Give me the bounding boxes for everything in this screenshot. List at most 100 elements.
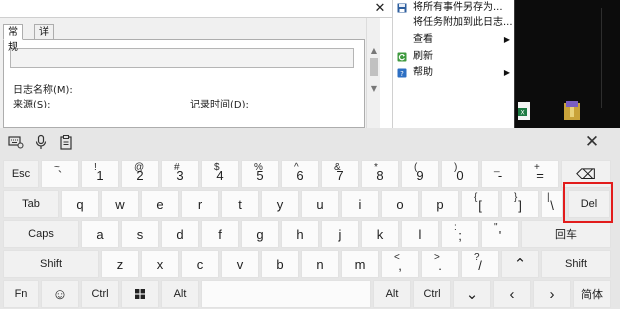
key-label: 9	[416, 168, 424, 183]
key-h[interactable]: h	[281, 220, 319, 248]
menu-item-help[interactable]: ? 帮助 ▶	[393, 65, 515, 81]
key-i[interactable]: i	[341, 190, 379, 218]
key-quote[interactable]: " '	[481, 220, 519, 248]
key-comma[interactable]: <,	[381, 250, 419, 278]
key-b[interactable]: b	[261, 250, 299, 278]
key-3[interactable]: #3	[161, 160, 199, 188]
key-left-shift[interactable]: Shift	[3, 250, 99, 278]
scroll-up-icon[interactable]: ▲	[369, 46, 379, 56]
key-5[interactable]: % 5	[241, 160, 279, 188]
microphone-icon[interactable]	[33, 134, 49, 150]
key-backtick[interactable]: ~ `	[41, 160, 79, 188]
scroll-down-icon[interactable]: ▼	[369, 84, 379, 94]
key-label: l	[418, 226, 422, 242]
key-label: Ctrl	[423, 288, 441, 300]
menu-item-label: 将所有事件另存为...	[413, 2, 503, 13]
key-left-bracket[interactable]: {[	[461, 190, 499, 218]
key-left-alt[interactable]: Alt	[161, 280, 199, 308]
key-esc[interactable]: Esc	[3, 160, 39, 188]
key-period[interactable]: >.	[421, 250, 459, 278]
menu-item-refresh[interactable]: 刷新	[393, 49, 515, 65]
excel-file-icon[interactable]: X	[517, 100, 531, 122]
key-enter[interactable]: 回车	[521, 220, 611, 248]
archive-file-icon[interactable]	[563, 100, 581, 122]
key-fn[interactable]: Fn	[3, 280, 39, 308]
vertical-scrollbar[interactable]: ▲ ▼	[366, 18, 380, 128]
key-backslash[interactable]: | \	[541, 190, 563, 218]
event-description-box[interactable]	[10, 48, 354, 68]
key-caps-lock[interactable]: Caps	[3, 220, 79, 248]
menu-item-attach-task[interactable]: 将任务附加到此日志...	[393, 15, 515, 31]
key-1[interactable]: ! 1	[81, 160, 119, 188]
tab-details[interactable]: 详细信息	[34, 24, 54, 83]
key-0[interactable]: ) 0	[441, 160, 479, 188]
key-m[interactable]: m	[341, 250, 379, 278]
key-right-alt[interactable]: Alt	[373, 280, 411, 308]
key-u[interactable]: u	[301, 190, 339, 218]
key-6[interactable]: ^ 6	[281, 160, 319, 188]
key-label: \	[550, 198, 554, 213]
close-keyboard-icon[interactable]: ✕	[582, 132, 602, 152]
key-label: g	[256, 226, 264, 242]
key-label: p	[436, 196, 444, 212]
key-q[interactable]: q	[61, 190, 99, 218]
key-slash[interactable]: ? /	[461, 250, 499, 278]
help-icon: ?	[397, 68, 407, 78]
key-v[interactable]: v	[221, 250, 259, 278]
key-c[interactable]: c	[181, 250, 219, 278]
close-icon[interactable]: ✕	[372, 0, 388, 18]
key-tab[interactable]: Tab	[3, 190, 59, 218]
key-7[interactable]: & 7	[321, 160, 359, 188]
key-y[interactable]: y	[261, 190, 299, 218]
key-r[interactable]: r	[181, 190, 219, 218]
key-z[interactable]: z	[101, 250, 139, 278]
scroll-thumb[interactable]	[370, 58, 378, 76]
key-arrow-right[interactable]: ›	[533, 280, 571, 308]
key-semicolon[interactable]: :;	[441, 220, 479, 248]
key-emoji[interactable]: ☺	[41, 280, 79, 308]
key-windows[interactable]	[121, 280, 159, 308]
clipboard-icon[interactable]	[58, 134, 74, 150]
key-label: Shift	[39, 258, 62, 270]
key-right-shift[interactable]: Shift	[541, 250, 611, 278]
arrow-left-icon: ‹	[509, 285, 515, 303]
key-label: ;	[458, 228, 462, 243]
key-equals[interactable]: + =	[521, 160, 559, 188]
key-label: v	[236, 256, 244, 272]
key-s[interactable]: s	[121, 220, 159, 248]
key-minus[interactable]: _ -	[481, 160, 519, 188]
key-label: x	[156, 256, 164, 272]
key-g[interactable]: g	[241, 220, 279, 248]
key-w[interactable]: w	[101, 190, 139, 218]
key-label: i	[358, 196, 362, 212]
key-arrow-left[interactable]: ‹	[493, 280, 531, 308]
key-k[interactable]: k	[361, 220, 399, 248]
key-arrow-down[interactable]: ⌄	[453, 280, 491, 308]
key-l[interactable]: l	[401, 220, 439, 248]
key-d[interactable]: d	[161, 220, 199, 248]
key-a[interactable]: a	[81, 220, 119, 248]
key-left-ctrl[interactable]: Ctrl	[81, 280, 119, 308]
key-language[interactable]: 简体	[573, 280, 611, 308]
key-x[interactable]: x	[141, 250, 179, 278]
key-f[interactable]: f	[201, 220, 239, 248]
keyboard-settings-icon[interactable]	[8, 134, 24, 150]
menu-item-view[interactable]: 查看 ▶	[393, 32, 515, 48]
menu-item-save-all-events[interactable]: 将所有事件另存为...	[393, 0, 515, 16]
key-arrow-up[interactable]: ⌃	[501, 250, 539, 278]
key-p[interactable]: p	[421, 190, 459, 218]
key-4[interactable]: $4	[201, 160, 239, 188]
key-j[interactable]: j	[321, 220, 359, 248]
key-n[interactable]: n	[301, 250, 339, 278]
key-right-bracket[interactable]: }]	[501, 190, 539, 218]
key-8[interactable]: * 8	[361, 160, 399, 188]
key-9[interactable]: (9	[401, 160, 439, 188]
key-o[interactable]: o	[381, 190, 419, 218]
key-space[interactable]	[201, 280, 371, 308]
key-label: Esc	[11, 168, 31, 180]
tab-general[interactable]: 常规	[3, 24, 23, 53]
key-e[interactable]: e	[141, 190, 179, 218]
key-right-ctrl[interactable]: Ctrl	[413, 280, 451, 308]
key-2[interactable]: @2	[121, 160, 159, 188]
key-t[interactable]: t	[221, 190, 259, 218]
